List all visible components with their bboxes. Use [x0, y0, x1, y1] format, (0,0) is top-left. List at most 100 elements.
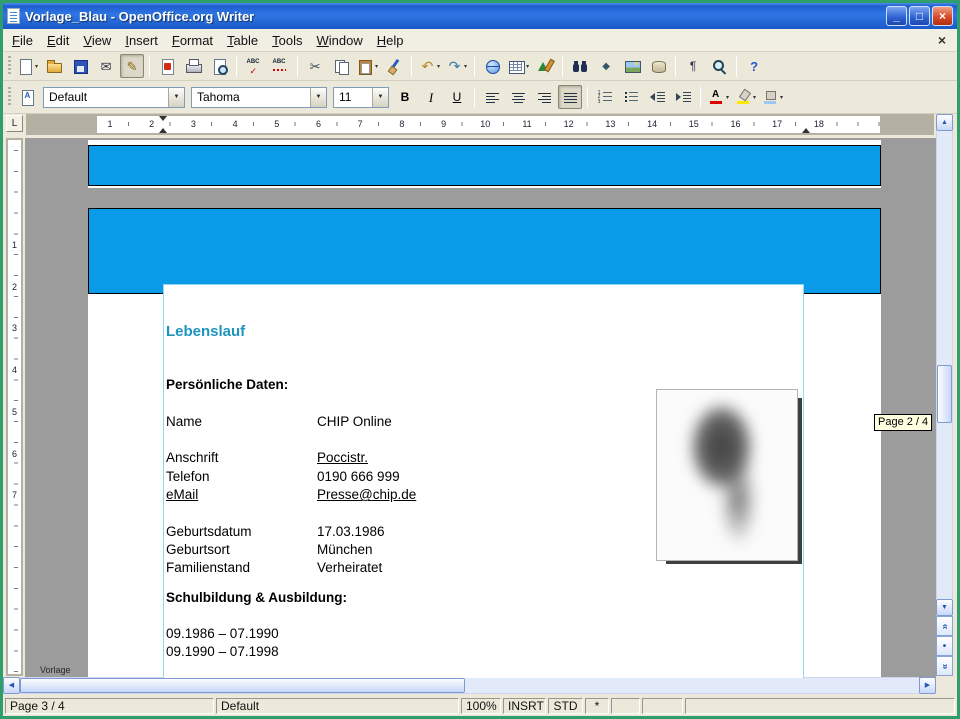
- font-name-value[interactable]: Tahoma: [192, 90, 310, 104]
- page-current[interactable]: Lebenslauf Persönliche Daten: NameCHIP O…: [88, 208, 881, 678]
- toolbar-grip[interactable]: [8, 87, 11, 107]
- toolbar-grip[interactable]: [8, 56, 11, 76]
- status-hyperlink-mode[interactable]: *: [585, 698, 609, 714]
- font-size-combobox[interactable]: 11: [333, 87, 389, 108]
- autospellcheck-button[interactable]: [268, 54, 292, 78]
- data-sources-button[interactable]: [646, 54, 670, 78]
- document-close-icon[interactable]: [929, 32, 955, 48]
- navigation-dot-button[interactable]: •: [936, 636, 953, 656]
- edit-file-button[interactable]: ✎: [120, 54, 144, 78]
- italic-button[interactable]: I: [419, 85, 443, 109]
- menu-item-edit[interactable]: Edit: [40, 30, 76, 51]
- styles-window-button[interactable]: [15, 85, 39, 109]
- insert-table-button[interactable]: ▾: [506, 54, 531, 78]
- paste-button[interactable]: ▾: [355, 54, 380, 78]
- maximize-button[interactable]: □: [909, 6, 930, 26]
- dropdown-arrow-icon[interactable]: ▾: [526, 63, 529, 70]
- justify-button[interactable]: [558, 85, 582, 109]
- paragraph-style-value[interactable]: Default: [44, 90, 168, 104]
- scroll-up-button[interactable]: ▲: [936, 114, 953, 131]
- dropdown-arrow-icon[interactable]: ▾: [726, 94, 729, 101]
- dropdown-arrow-icon[interactable]: ▾: [464, 63, 467, 70]
- dropdown-arrow-icon[interactable]: ▾: [753, 94, 756, 101]
- cut-button[interactable]: ✂: [303, 54, 327, 78]
- help-button[interactable]: ?: [742, 54, 766, 78]
- spellcheck-button[interactable]: [242, 54, 266, 78]
- scroll-right-button[interactable]: ▶: [919, 677, 936, 694]
- draw-functions-button[interactable]: [533, 54, 557, 78]
- minimize-button[interactable]: _: [886, 6, 907, 26]
- status-page[interactable]: Page 3 / 4: [5, 698, 214, 714]
- paragraph-style-combobox[interactable]: Default: [43, 87, 185, 108]
- vertical-scrollbar[interactable]: ▲ ▼ « • »: [936, 114, 953, 676]
- menu-item-tools[interactable]: Tools: [265, 30, 309, 51]
- status-page-style[interactable]: Default: [216, 698, 459, 714]
- combo-dropdown-icon[interactable]: [168, 88, 184, 107]
- font-color-button[interactable]: ▾: [706, 85, 731, 109]
- dropdown-arrow-icon[interactable]: ▾: [35, 63, 38, 70]
- increase-indent-button[interactable]: [671, 85, 695, 109]
- vertical-scroll-track[interactable]: [936, 131, 953, 599]
- status-insert-mode[interactable]: INSRT: [503, 698, 546, 714]
- menu-item-insert[interactable]: Insert: [118, 30, 165, 51]
- status-cell[interactable]: [611, 698, 640, 714]
- zoom-button[interactable]: [707, 54, 731, 78]
- menu-item-window[interactable]: Window: [309, 30, 369, 51]
- hanging-indent-marker[interactable]: [159, 128, 167, 133]
- horizontal-scrollbar[interactable]: ◀ ▶: [3, 677, 936, 694]
- menu-item-help[interactable]: Help: [370, 30, 411, 51]
- status-cell[interactable]: [642, 698, 683, 714]
- close-button[interactable]: ×: [932, 6, 953, 26]
- undo-button[interactable]: ↶▾: [417, 54, 442, 78]
- document-area[interactable]: Lebenslauf Persönliche Daten: NameCHIP O…: [25, 138, 936, 678]
- open-button[interactable]: [42, 54, 66, 78]
- align-left-button[interactable]: [480, 85, 504, 109]
- horizontal-ruler[interactable]: 123456789101112131415161718: [26, 114, 934, 135]
- tab-stop-selector[interactable]: L: [6, 115, 23, 132]
- gallery-button[interactable]: [620, 54, 644, 78]
- menu-item-file[interactable]: File: [5, 30, 40, 51]
- bullets-button[interactable]: [619, 85, 643, 109]
- decrease-indent-button[interactable]: [645, 85, 669, 109]
- page-preview-button[interactable]: [207, 54, 231, 78]
- align-right-button[interactable]: [532, 85, 556, 109]
- navigator-button[interactable]: ◆: [594, 54, 618, 78]
- previous-page-button[interactable]: «: [936, 616, 953, 636]
- print-button[interactable]: [181, 54, 205, 78]
- combo-dropdown-icon[interactable]: [372, 88, 388, 107]
- underline-button[interactable]: U: [445, 85, 469, 109]
- menu-item-table[interactable]: Table: [220, 30, 265, 51]
- horizontal-scroll-thumb[interactable]: [20, 678, 465, 693]
- copy-button[interactable]: [329, 54, 353, 78]
- first-line-indent-marker[interactable]: [159, 116, 167, 121]
- dropdown-arrow-icon[interactable]: ▾: [780, 94, 783, 101]
- dropdown-arrow-icon[interactable]: ▾: [437, 63, 440, 70]
- menu-item-view[interactable]: View: [76, 30, 118, 51]
- horizontal-scroll-track[interactable]: [20, 677, 919, 694]
- nonprinting-chars-button[interactable]: ¶: [681, 54, 705, 78]
- status-cell[interactable]: [685, 698, 955, 714]
- status-zoom[interactable]: 100%: [461, 698, 501, 714]
- dropdown-arrow-icon[interactable]: ▾: [375, 63, 378, 70]
- new-document-button[interactable]: ▾: [15, 54, 40, 78]
- scroll-down-button[interactable]: ▼: [936, 599, 953, 616]
- save-button[interactable]: [68, 54, 92, 78]
- bold-button[interactable]: B: [393, 85, 417, 109]
- align-center-button[interactable]: [506, 85, 530, 109]
- title-bar[interactable]: Vorlage_Blau - OpenOffice.org Writer _□×: [3, 3, 957, 29]
- status-selection-mode[interactable]: STD: [548, 698, 583, 714]
- photo-placeholder[interactable]: [656, 389, 798, 561]
- background-color-button[interactable]: ▾: [760, 85, 785, 109]
- vertical-ruler[interactable]: 1234567: [6, 138, 23, 676]
- export-pdf-button[interactable]: [155, 54, 179, 78]
- redo-button[interactable]: ↷▾: [444, 54, 469, 78]
- find-replace-button[interactable]: [568, 54, 592, 78]
- numbering-button[interactable]: [593, 85, 617, 109]
- next-page-button[interactable]: »: [936, 656, 953, 676]
- hyperlink-button[interactable]: [480, 54, 504, 78]
- combo-dropdown-icon[interactable]: [310, 88, 326, 107]
- highlighting-button[interactable]: ▾: [733, 85, 758, 109]
- vertical-scroll-thumb[interactable]: [937, 365, 952, 423]
- email-button[interactable]: ✉: [94, 54, 118, 78]
- menu-item-format[interactable]: Format: [165, 30, 220, 51]
